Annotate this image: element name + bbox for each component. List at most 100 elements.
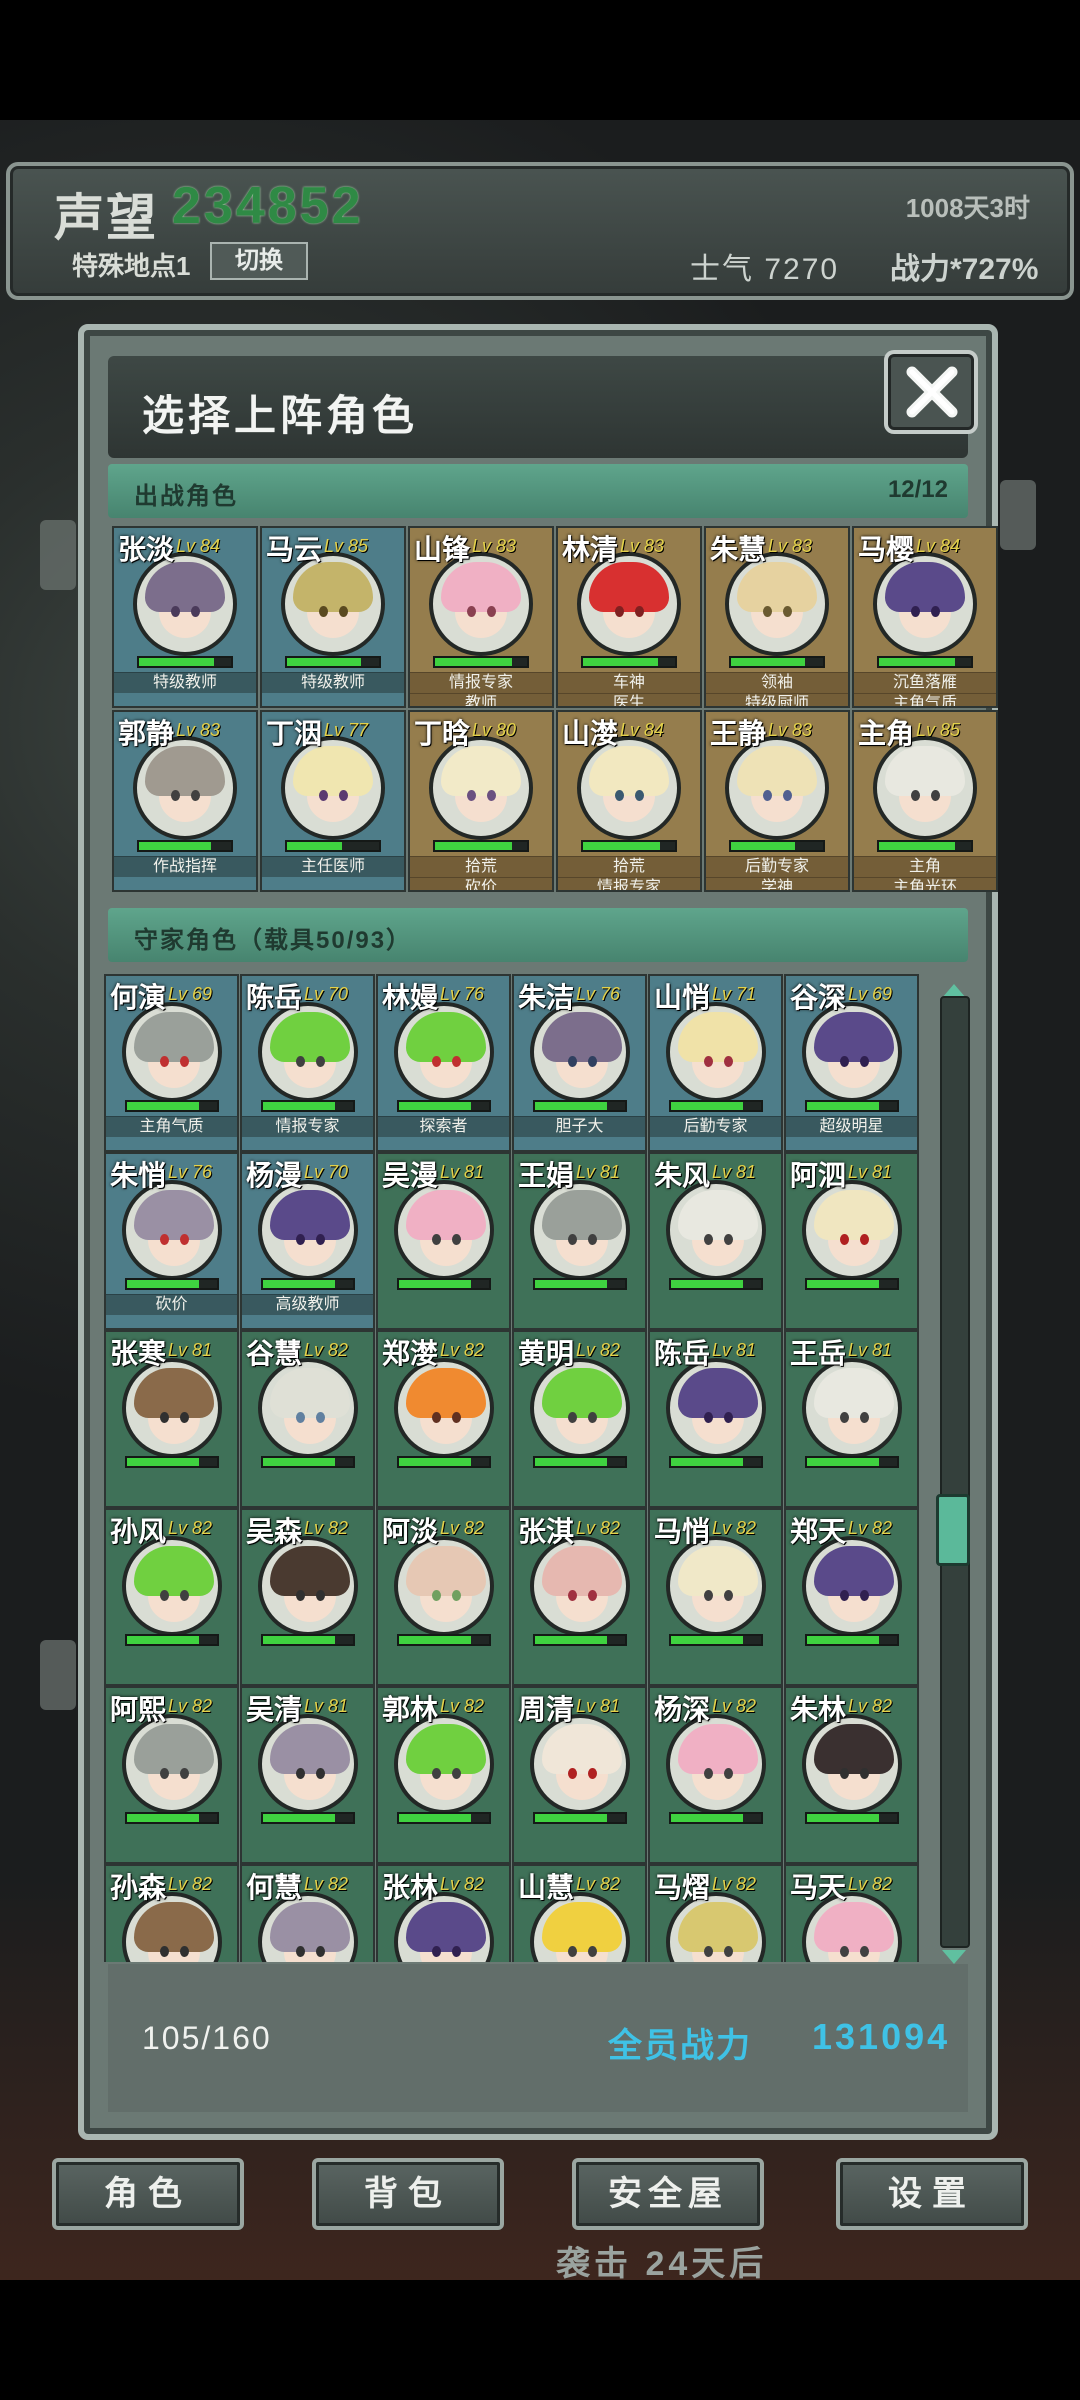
character-card[interactable]: 山漤 Lv 84 拾荒 情报专家 (556, 710, 702, 892)
character-card[interactable]: 郭静 Lv 83 作战指挥 (112, 710, 258, 892)
character-card[interactable]: 马熠 Lv 82 (648, 1864, 783, 1962)
character-name: 王娟 (518, 1160, 575, 1191)
health-bar (581, 840, 677, 852)
character-card[interactable]: 陈岳 Lv 81 (648, 1330, 783, 1508)
character-level: Lv 76 (440, 984, 485, 1004)
character-level: Lv 85 (916, 720, 961, 740)
character-level: Lv 83 (472, 536, 517, 556)
switch-location-button[interactable]: 切换 (210, 242, 308, 280)
character-portrait (257, 1180, 358, 1280)
character-card[interactable]: 黄明 Lv 82 (512, 1330, 647, 1508)
character-card[interactable]: 朱洁 Lv 76 胆子大 (512, 974, 647, 1152)
character-level: Lv 82 (440, 1874, 485, 1894)
character-card[interactable]: 朱林 Lv 82 (784, 1686, 919, 1864)
trait-tag: 主角 (854, 856, 996, 877)
character-level: Lv 82 (304, 1340, 349, 1360)
character-portrait (257, 1002, 358, 1102)
character-level: Lv 82 (848, 1518, 893, 1538)
character-card[interactable]: 谷慧 Lv 82 (240, 1330, 375, 1508)
character-portrait (665, 1358, 766, 1458)
character-card[interactable]: 张淇 Lv 82 (512, 1508, 647, 1686)
character-card[interactable]: 吴清 Lv 81 (240, 1686, 375, 1864)
character-level: Lv 82 (848, 1874, 893, 1894)
nav-backpack-button[interactable]: 背包 (312, 2158, 504, 2230)
character-name: 朱林 (790, 1694, 847, 1725)
scrollbar-track[interactable] (940, 996, 970, 1948)
character-portrait (529, 1714, 630, 1814)
top-black-bar (0, 0, 1080, 120)
character-card[interactable]: 陈岳 Lv 70 情报专家 (240, 974, 375, 1152)
character-name: 丁洇 (266, 718, 323, 749)
character-card[interactable]: 孙风 Lv 82 (104, 1508, 239, 1686)
character-card[interactable]: 郑天 Lv 82 (784, 1508, 919, 1686)
character-card[interactable]: 山悄 Lv 71 后勤专家 (648, 974, 783, 1152)
character-card[interactable]: 郑漤 Lv 82 (376, 1330, 511, 1508)
nav-character-button[interactable]: 角色 (52, 2158, 244, 2230)
character-level: Lv 82 (304, 1874, 349, 1894)
character-name: 山悄 (654, 982, 711, 1013)
character-card[interactable]: 张淡 Lv 84 特级教师 (112, 526, 258, 708)
character-card[interactable]: 丁洇 Lv 77 主任医师 (260, 710, 406, 892)
reputation-value: 234852 (172, 177, 364, 235)
character-card[interactable]: 阿熙 Lv 82 (104, 1686, 239, 1864)
character-card[interactable]: 朱悄 Lv 76 砍价 (104, 1152, 239, 1330)
nav-safehouse-button[interactable]: 安全屋 (572, 2158, 764, 2230)
character-name: 朱风 (654, 1160, 711, 1191)
character-card[interactable]: 阿淡 Lv 82 (376, 1508, 511, 1686)
character-card[interactable]: 张寒 Lv 81 (104, 1330, 239, 1508)
health-bar (729, 840, 825, 852)
trait-tag: 探索者 (378, 1116, 509, 1137)
character-card[interactable]: 谷深 Lv 69 超级明星 (784, 974, 919, 1152)
character-card[interactable]: 吴漫 Lv 81 (376, 1152, 511, 1330)
character-card[interactable]: 马天 Lv 82 (784, 1864, 919, 1962)
reputation-label: 声望 (54, 190, 158, 246)
character-portrait (393, 1180, 494, 1280)
character-card[interactable]: 王娟 Lv 81 (512, 1152, 647, 1330)
health-bar (396, 1278, 491, 1290)
health-bar (260, 1634, 355, 1646)
character-name: 吴森 (246, 1516, 303, 1547)
character-card[interactable]: 朱慧 Lv 83 领袖 特级厨师 (704, 526, 850, 708)
character-card[interactable]: 朱风 Lv 81 (648, 1152, 783, 1330)
trait-tag: 情报专家 (242, 1116, 373, 1137)
character-level: Lv 70 (304, 984, 349, 1004)
character-card[interactable]: 马樱 Lv 84 沉鱼落雁 主角气质 (852, 526, 998, 708)
character-name: 主角 (858, 718, 915, 749)
character-card[interactable]: 王静 Lv 83 后勤专家 学神 (704, 710, 850, 892)
character-card[interactable]: 孙森 Lv 82 (104, 1864, 239, 1962)
health-bar (285, 840, 381, 852)
character-card[interactable]: 阿泗 Lv 81 (784, 1152, 919, 1330)
character-card[interactable]: 王岳 Lv 81 (784, 1330, 919, 1508)
character-name: 何慧 (246, 1872, 303, 1903)
scrollbar-thumb[interactable] (936, 1494, 970, 1566)
character-card[interactable]: 林清 Lv 83 车神 医生 (556, 526, 702, 708)
trait-tag: 拾荒 (410, 856, 552, 877)
reserve-scroll-area[interactable]: 何演 Lv 69 主角气质 陈岳 Lv 70 情报专家 林嫚 Lv 76 探索者 朱洁 Lv 76 胆… (104, 974, 944, 1962)
character-card[interactable]: 山慧 Lv 82 (512, 1864, 647, 1962)
bottom-black-bar (0, 2280, 1080, 2400)
character-card[interactable]: 何慧 Lv 82 (240, 1864, 375, 1962)
character-card[interactable]: 林嫚 Lv 76 探索者 (376, 974, 511, 1152)
character-portrait (121, 1180, 222, 1280)
character-card[interactable]: 吴森 Lv 82 (240, 1508, 375, 1686)
character-card[interactable]: 主角 Lv 85 主角 主角光环 (852, 710, 998, 892)
health-bar (581, 656, 677, 668)
character-level: Lv 81 (304, 1696, 349, 1716)
character-card[interactable]: 马悄 Lv 82 (648, 1508, 783, 1686)
character-card[interactable]: 张林 Lv 82 (376, 1864, 511, 1962)
health-bar (804, 1100, 899, 1112)
character-card[interactable]: 山锋 Lv 83 情报专家 教师 (408, 526, 554, 708)
character-level: Lv 82 (440, 1696, 485, 1716)
character-card[interactable]: 马云 Lv 85 特级教师 (260, 526, 406, 708)
character-name: 吴漫 (382, 1160, 439, 1191)
character-name: 杨深 (654, 1694, 711, 1725)
character-card[interactable]: 丁晗 Lv 80 拾荒 砍价 (408, 710, 554, 892)
close-button[interactable] (884, 350, 978, 434)
character-card[interactable]: 周清 Lv 81 (512, 1686, 647, 1864)
character-card[interactable]: 何演 Lv 69 主角气质 (104, 974, 239, 1152)
character-card[interactable]: 杨深 Lv 82 (648, 1686, 783, 1864)
nav-settings-button[interactable]: 设置 (836, 2158, 1028, 2230)
character-card[interactable]: 杨漫 Lv 70 高级教师 (240, 1152, 375, 1330)
character-card[interactable]: 郭林 Lv 82 (376, 1686, 511, 1864)
scroll-down-arrow-icon[interactable] (942, 1950, 966, 1964)
